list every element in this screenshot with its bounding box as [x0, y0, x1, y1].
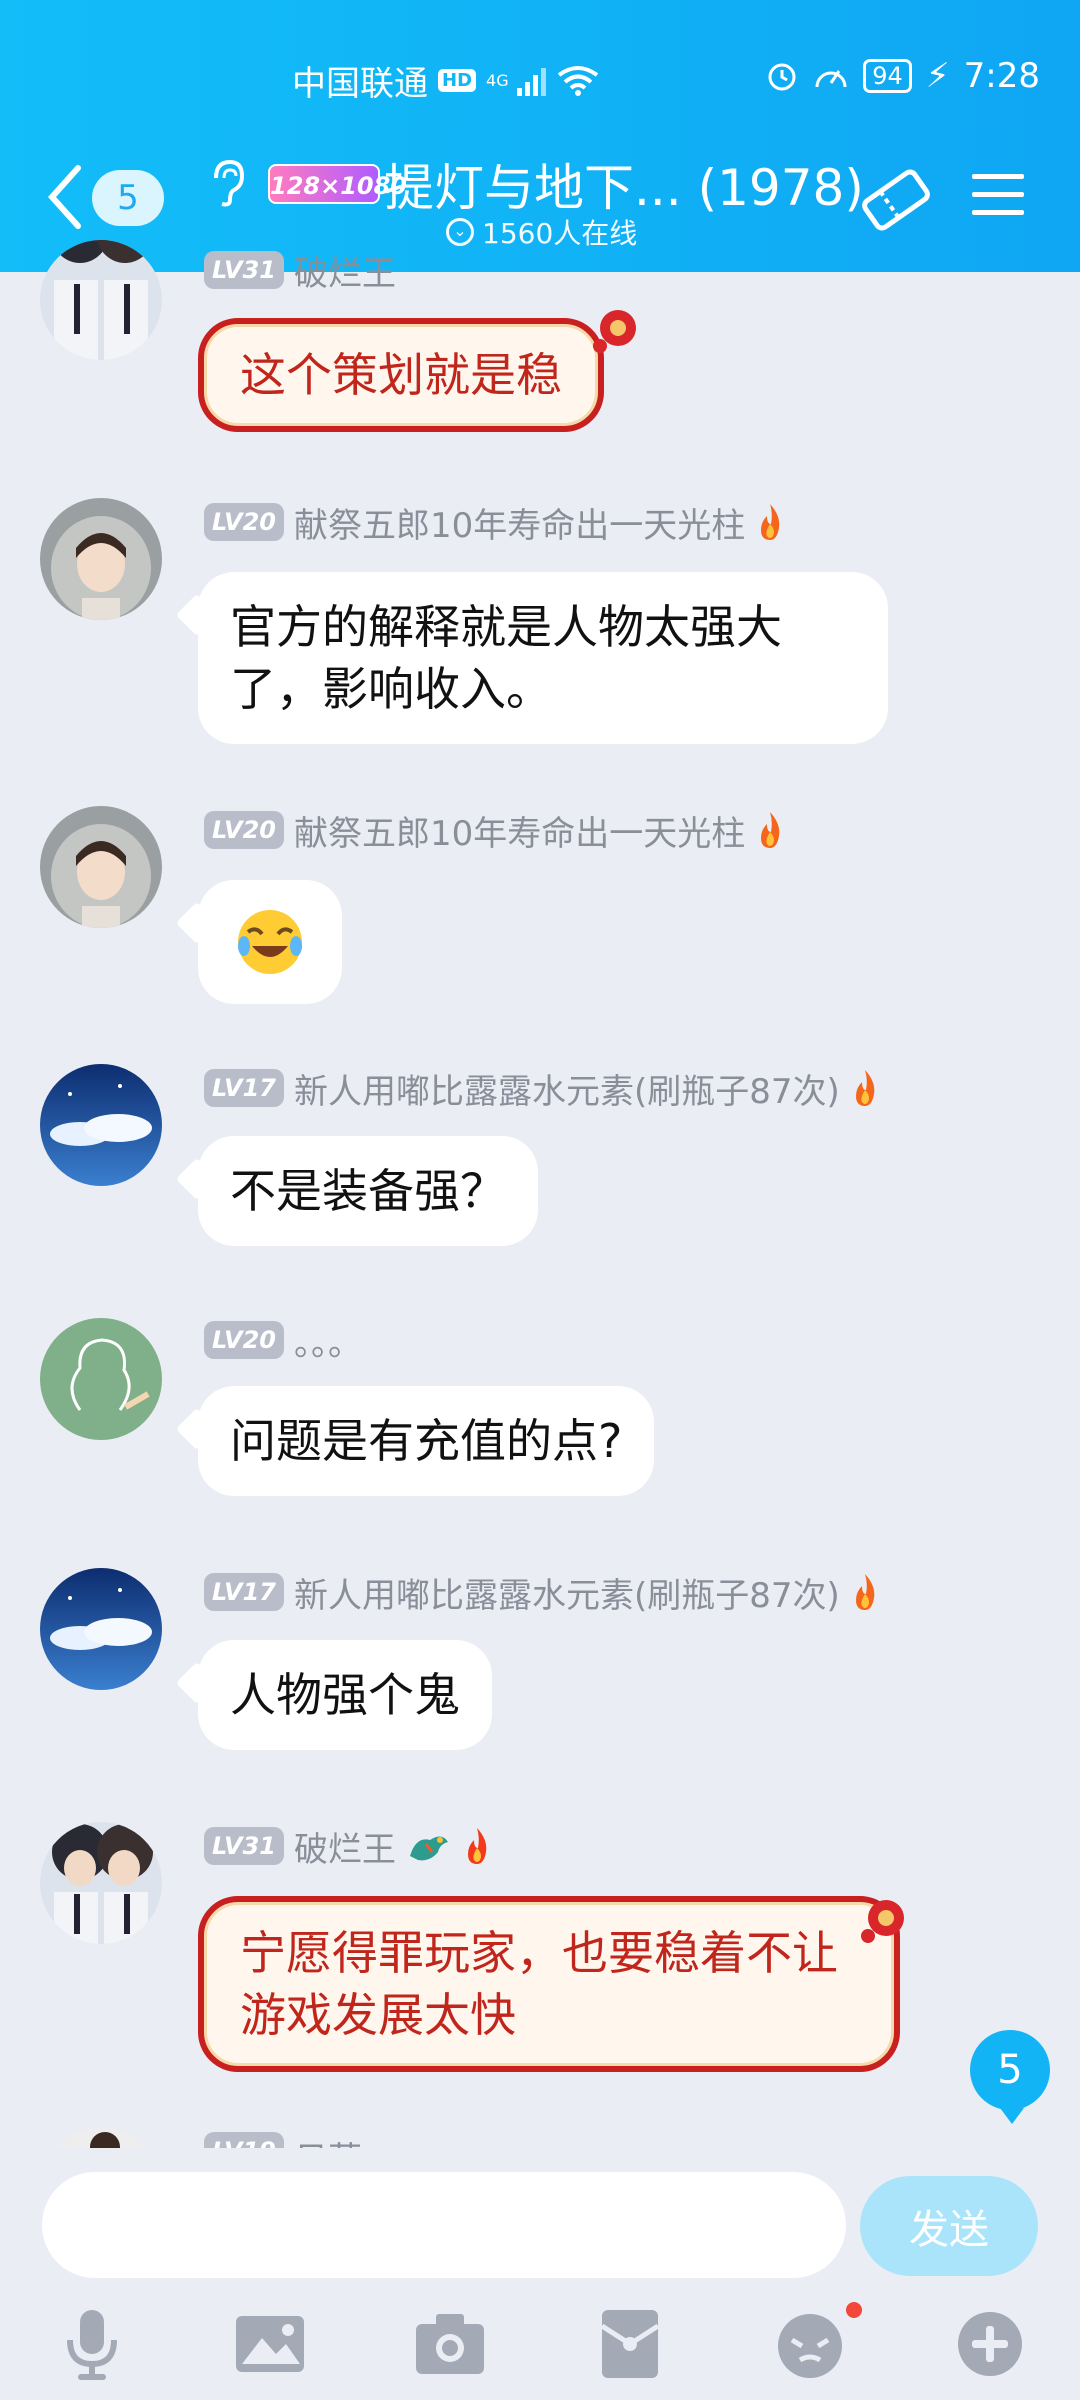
- avatar[interactable]: [40, 1318, 162, 1440]
- level-badge: LV20: [204, 503, 284, 541]
- message-meta: LV17 新人用嘟比露露水元素(刷瓶子87次): [204, 1068, 880, 1112]
- message-input[interactable]: [42, 2172, 846, 2278]
- ticket-icon[interactable]: [858, 162, 934, 238]
- fire-icon: [761, 504, 780, 540]
- wifi-icon: [557, 65, 598, 96]
- composer: 发送: [0, 2148, 1080, 2400]
- notification-dot: [846, 2302, 862, 2318]
- alarm-icon: [768, 63, 796, 91]
- level-badge: LV31: [204, 251, 284, 289]
- message-text: 官方的解释就是人物太强大了，影响收入。: [230, 600, 782, 716]
- message-meta: LV19 日落: [204, 2132, 362, 2148]
- tears-of-joy-emoji-icon: [238, 910, 302, 974]
- online-count: ⌄ 1560人在线: [446, 212, 637, 252]
- mic-icon[interactable]: [52, 2304, 132, 2384]
- chinese-knot-icon: [861, 1900, 904, 1943]
- message-meta: LV20 。。。: [204, 1320, 362, 1364]
- message-bubble[interactable]: 问题是有充值的点?: [198, 1386, 655, 1496]
- nickname[interactable]: 破烂王: [294, 1822, 396, 1871]
- avatar[interactable]: [40, 498, 162, 620]
- partial-message-row: LV19 日落: [0, 2118, 1080, 2148]
- message-text: 这个策划就是稳: [240, 348, 562, 402]
- battery-level: 94: [863, 59, 912, 93]
- red-packet-icon[interactable]: [590, 2304, 670, 2384]
- online-chevron-icon: ⌄: [446, 218, 474, 246]
- nickname[interactable]: 。。。: [294, 1316, 362, 1365]
- fire-icon: [855, 1574, 875, 1610]
- nickname[interactable]: 献祭五郎10年寿命出一天光柱: [294, 806, 745, 855]
- fire-icon: [761, 812, 780, 848]
- network-type: 4G: [486, 70, 509, 90]
- camera-icon[interactable]: [410, 2304, 490, 2384]
- carrier-info: 中国联通 HD 4G: [292, 56, 599, 105]
- message-bubble[interactable]: 人物强个鬼: [198, 1640, 492, 1750]
- signal-icon: [516, 67, 546, 96]
- emoji-icon[interactable]: [770, 2304, 850, 2384]
- nickname[interactable]: 破烂王: [294, 246, 396, 295]
- back-chevron-icon[interactable]: [44, 162, 84, 232]
- group-logo: 128×1080: [268, 164, 407, 204]
- message-text: 宁愿得罪玩家，也要稳着不让游戏发展太快: [240, 1926, 838, 2042]
- charging-icon: ⚡: [925, 56, 950, 96]
- group-title[interactable]: 提灯与地下... (1978): [384, 148, 864, 220]
- message-bubble[interactable]: 不是装备强？: [198, 1136, 538, 1246]
- message-bubble[interactable]: [198, 880, 342, 1004]
- message-text: 不是装备强？: [230, 1164, 506, 1218]
- message-meta: LV31 破烂王: [204, 250, 396, 294]
- avatar[interactable]: [40, 2128, 162, 2148]
- plus-icon[interactable]: [950, 2304, 1030, 2384]
- image-icon[interactable]: [230, 2304, 310, 2384]
- level-badge: LV31: [204, 1827, 284, 1865]
- chat-header: 中国联通 HD 4G 94 ⚡ 7:28 5 128×1080 提灯与地下...…: [0, 0, 1080, 272]
- level-badge: LV17: [204, 1573, 284, 1611]
- menu-icon[interactable]: [970, 170, 1026, 220]
- hd-badge: HD: [438, 69, 477, 92]
- nickname[interactable]: 献祭五郎10年寿命出一天光柱: [294, 498, 745, 547]
- avatar[interactable]: [40, 806, 162, 928]
- status-bar: 中国联通 HD 4G 94 ⚡ 7:28: [0, 48, 1080, 108]
- avatar[interactable]: [40, 240, 162, 360]
- message-meta: LV17 新人用嘟比露露水元素(刷瓶子87次): [204, 1572, 880, 1616]
- level-badge: LV19: [204, 2132, 284, 2148]
- message-meta: LV20 献祭五郎10年寿命出一天光柱: [204, 502, 785, 546]
- message-bubble[interactable]: 这个策划就是稳: [198, 318, 604, 432]
- nickname[interactable]: 新人用嘟比露露水元素(刷瓶子87次): [294, 1568, 840, 1617]
- level-badge: LV20: [204, 1321, 284, 1359]
- message-meta: LV31 破烂王: [204, 1826, 492, 1870]
- avatar[interactable]: [40, 1064, 162, 1186]
- new-message-count-bubble[interactable]: 5: [970, 2030, 1050, 2124]
- message-text: 问题是有充值的点?: [230, 1414, 623, 1468]
- message-text: 人物强个鬼: [230, 1668, 460, 1722]
- send-button[interactable]: 发送: [860, 2176, 1038, 2276]
- fire-icon: [855, 1070, 875, 1106]
- message-bubble[interactable]: 宁愿得罪玩家，也要稳着不让游戏发展太快: [198, 1896, 900, 2072]
- status-right: 94 ⚡ 7:28: [765, 56, 1040, 96]
- carrier-name: 中国联通: [292, 64, 428, 104]
- fire-icon: [467, 1828, 487, 1864]
- unread-count-badge[interactable]: 5: [92, 170, 164, 226]
- message-bubble[interactable]: 官方的解释就是人物太强大了，影响收入。: [198, 572, 888, 744]
- avatar[interactable]: [40, 1568, 162, 1690]
- nickname[interactable]: 日落: [294, 2132, 362, 2148]
- online-text: 1560人在线: [482, 217, 638, 250]
- dragon-icon: [409, 1836, 448, 1861]
- avatar[interactable]: [40, 1822, 162, 1944]
- ear-icon[interactable]: [206, 158, 246, 208]
- level-badge: LV17: [204, 1069, 284, 1107]
- chinese-knot-icon: [593, 310, 636, 353]
- nickname[interactable]: 新人用嘟比露露水元素(刷瓶子87次): [294, 1064, 840, 1113]
- clock: 7:28: [963, 56, 1040, 96]
- speed-icon: [815, 70, 847, 88]
- level-badge: LV20: [204, 811, 284, 849]
- message-meta: LV20 献祭五郎10年寿命出一天光柱: [204, 810, 785, 854]
